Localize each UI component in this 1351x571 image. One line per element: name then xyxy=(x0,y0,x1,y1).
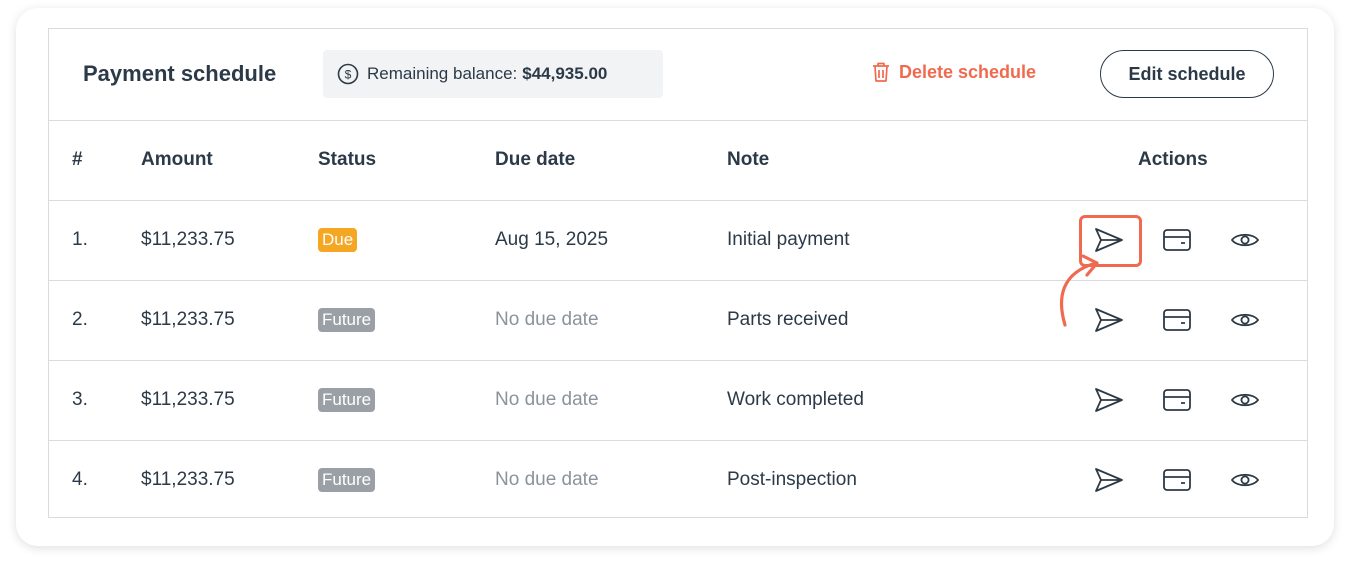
row-note: Post-inspection xyxy=(727,469,857,490)
column-header-status: Status xyxy=(318,149,377,170)
row-due-date: Aug 15, 2025 xyxy=(495,229,609,250)
table-row: 3. $11,233.75 Future No due date Work co… xyxy=(49,360,1307,441)
row-note: Initial payment xyxy=(727,229,850,250)
card-icon[interactable] xyxy=(1161,464,1193,496)
row-amount: $11,233.75 xyxy=(141,309,235,330)
dollar-circle-icon: $ xyxy=(337,63,359,85)
status-cell: Future xyxy=(318,440,376,520)
payment-schedule-panel: Payment schedule $ Remaining balance: $4… xyxy=(48,28,1308,518)
table-row: 2. $11,233.75 Future No due date Parts r… xyxy=(49,280,1307,361)
column-header-due-date: Due date xyxy=(495,149,576,170)
delete-schedule-label: Delete schedule xyxy=(899,61,1037,82)
row-amount: $11,233.75 xyxy=(141,469,235,490)
row-actions xyxy=(1079,440,1279,520)
status-badge: Future xyxy=(318,388,376,412)
row-due-date: No due date xyxy=(495,469,599,490)
card-icon[interactable] xyxy=(1161,384,1193,416)
send-icon[interactable] xyxy=(1093,464,1125,496)
balance-amount: $44,935.00 xyxy=(522,64,608,83)
edit-schedule-button[interactable]: Edit schedule xyxy=(1100,50,1274,98)
card-icon[interactable] xyxy=(1161,304,1193,336)
table-row: 1. $11,233.75 Due Aug 15, 2025 Initial p… xyxy=(49,200,1307,281)
send-icon[interactable] xyxy=(1093,384,1125,416)
row-due-date: No due date xyxy=(495,389,599,410)
trash-icon xyxy=(873,62,889,82)
remaining-balance-chip: $ Remaining balance: $44,935.00 xyxy=(323,50,663,98)
eye-icon[interactable] xyxy=(1229,304,1261,336)
status-badge: Future xyxy=(318,308,376,332)
page-title: Payment schedule xyxy=(83,61,277,86)
row-number: 2. xyxy=(72,309,88,330)
eye-icon[interactable] xyxy=(1229,464,1261,496)
row-amount: $11,233.75 xyxy=(141,389,235,410)
status-badge: Future xyxy=(318,468,376,492)
column-header-number: # xyxy=(72,149,83,170)
status-cell: Due xyxy=(318,200,358,280)
row-due-date: No due date xyxy=(495,309,599,330)
row-number: 3. xyxy=(72,389,88,410)
table-header-row: # Amount Status Due date Note Actions xyxy=(49,120,1307,201)
eye-icon[interactable] xyxy=(1229,224,1261,256)
send-icon[interactable] xyxy=(1093,224,1125,256)
row-actions xyxy=(1079,280,1279,360)
row-note: Parts received xyxy=(727,309,849,330)
row-note: Work completed xyxy=(727,389,864,410)
send-icon[interactable] xyxy=(1093,304,1125,336)
row-actions xyxy=(1079,360,1279,440)
svg-text:$: $ xyxy=(345,68,352,82)
row-actions xyxy=(1079,200,1279,280)
column-header-actions: Actions xyxy=(1138,149,1208,170)
row-amount: $11,233.75 xyxy=(141,229,235,250)
eye-icon[interactable] xyxy=(1229,384,1261,416)
table-row: 4. $11,233.75 Future No due date Post-in… xyxy=(49,440,1307,520)
delete-schedule-button[interactable]: Delete schedule xyxy=(871,61,1036,83)
status-cell: Future xyxy=(318,360,376,440)
column-header-note: Note xyxy=(727,149,770,170)
status-cell: Future xyxy=(318,280,376,360)
card-icon[interactable] xyxy=(1161,224,1193,256)
column-header-amount: Amount xyxy=(141,149,213,170)
row-number: 4. xyxy=(72,469,88,490)
panel-header: Payment schedule $ Remaining balance: $4… xyxy=(49,29,1307,121)
balance-label: Remaining balance: xyxy=(367,64,518,83)
row-number: 1. xyxy=(72,229,88,250)
status-badge: Due xyxy=(318,228,358,252)
